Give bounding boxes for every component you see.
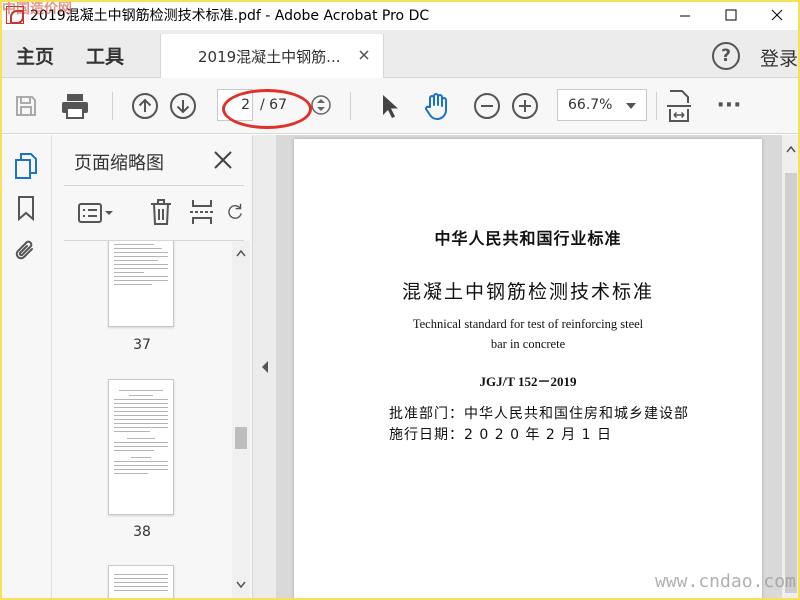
thumbnails-nav-button[interactable] xyxy=(12,151,40,181)
select-arrow-icon xyxy=(383,95,398,118)
zoom-level-value: 66.7% xyxy=(568,97,613,113)
attachment-icon xyxy=(15,240,33,260)
doc-effective-line: 施行日期：2 0 2 0 年 2 月 1 日 xyxy=(389,424,612,444)
thumbnail-list: 37 38 xyxy=(52,241,232,600)
help-icon[interactable]: ? xyxy=(712,42,740,70)
page-options-button[interactable] xyxy=(76,199,116,227)
page-options-icon xyxy=(78,203,113,223)
window-controls xyxy=(662,0,800,30)
thumbnail-panel: 页面缩略图 37 38 xyxy=(52,135,252,600)
save-icon xyxy=(16,96,36,116)
delete-page-button[interactable] xyxy=(148,197,174,227)
scrollbar-thumb[interactable] xyxy=(235,427,247,449)
login-link[interactable]: 登录 xyxy=(760,44,798,71)
close-icon xyxy=(771,9,783,21)
page-up-icon xyxy=(132,93,158,119)
thumbnail-label: 37 xyxy=(133,337,151,353)
page-stepper[interactable] xyxy=(310,93,332,117)
minimize-icon xyxy=(680,15,690,17)
toolbar: 2 / 67 66.7% ··· xyxy=(0,78,800,134)
zoom-level-select[interactable]: 66.7% xyxy=(557,89,647,121)
bookmarks-nav-button[interactable] xyxy=(13,193,39,223)
minimize-button[interactable] xyxy=(662,0,708,30)
bookmark-icon xyxy=(18,196,34,221)
window-title: 2019混凝土中钢筋检测技术标准.pdf - Adobe Acrobat Pro… xyxy=(30,8,430,24)
doc-approver-line: 批准部门：中华人民共和国住房和城乡建设部 xyxy=(389,403,689,423)
panel-divider xyxy=(64,185,244,186)
page-stepper-icon xyxy=(311,95,331,115)
chevron-down-icon xyxy=(626,103,636,109)
zoom-out-button[interactable] xyxy=(472,91,502,121)
toolbar-separator xyxy=(656,92,657,120)
doc-effective-label: 施行日期： xyxy=(389,427,464,443)
home-menu[interactable]: 主页 xyxy=(16,42,54,69)
navigation-rail xyxy=(0,135,52,600)
insert-page-button[interactable] xyxy=(188,197,216,227)
page-down-icon xyxy=(170,93,196,119)
doc-heading-standard-type: 中华人民共和国行业标准 xyxy=(434,229,622,248)
doc-standard-code: JGJ/T 152－2019 xyxy=(479,374,577,389)
document-tab-label: 2019混凝土中钢筋... xyxy=(198,47,341,66)
zoom-out-icon xyxy=(474,93,500,119)
panel-title: 页面缩略图 xyxy=(74,153,164,174)
toolbar-separator xyxy=(112,92,113,120)
rotate-icon xyxy=(228,203,242,219)
fit-page-button[interactable] xyxy=(664,88,694,124)
print-button[interactable] xyxy=(58,90,92,122)
watermark-bottom-right: www.cndao.com xyxy=(655,571,796,592)
thumbnail-page-39[interactable] xyxy=(108,565,174,600)
zoom-in-button[interactable] xyxy=(510,91,540,121)
doc-approver-label: 批准部门： xyxy=(389,406,464,422)
thumbnail-scrollbar[interactable] xyxy=(232,241,250,600)
hand-tool-button[interactable] xyxy=(420,90,454,122)
delete-icon xyxy=(151,199,171,225)
scrollbar-thumb[interactable] xyxy=(785,173,797,593)
insert-page-icon xyxy=(190,200,214,224)
print-icon xyxy=(62,94,88,119)
title-bar: 2019混凝土中钢筋检测技术标准.pdf - Adobe Acrobat Pro… xyxy=(0,0,800,30)
more-tools-button[interactable]: ··· xyxy=(712,92,746,118)
menu-tab-bar: 主页 工具 2019混凝土中钢筋... xyxy=(0,30,800,78)
close-icon[interactable] xyxy=(212,149,234,171)
thumbnails-icon xyxy=(15,153,37,179)
save-button[interactable] xyxy=(12,92,40,120)
previous-page-button[interactable] xyxy=(130,91,160,121)
maximize-icon xyxy=(725,9,737,21)
document-scrollbar[interactable] xyxy=(782,135,800,600)
fit-page-icon xyxy=(667,90,691,122)
doc-approver-value: 中华人民共和国住房和城乡建设部 xyxy=(464,406,689,422)
doc-title: 混凝土中钢筋检测技术标准 xyxy=(401,281,654,303)
attachments-nav-button[interactable] xyxy=(12,235,40,267)
tools-menu[interactable]: 工具 xyxy=(86,42,124,69)
toolbar-separator xyxy=(350,92,351,120)
thumbnail-page-37[interactable] xyxy=(108,241,174,327)
collapse-panel-icon[interactable] xyxy=(261,361,269,373)
hand-tool-icon xyxy=(425,93,447,120)
zoom-in-icon xyxy=(512,93,538,119)
annotation-ellipse xyxy=(222,89,312,129)
thumbnail-label: 38 xyxy=(133,524,151,540)
document-viewer[interactable]: 中华人民共和国行业标准 混凝土中钢筋检测技术标准 Technical stand… xyxy=(276,135,782,600)
doc-effective-value: 2 0 2 0 年 2 月 1 日 xyxy=(464,427,613,443)
scroll-up-icon[interactable] xyxy=(786,145,796,153)
rotate-page-button[interactable] xyxy=(226,197,244,227)
thumbnail-page-38[interactable] xyxy=(108,379,174,515)
panel-splitter[interactable] xyxy=(252,135,276,600)
document-tab[interactable]: 2019混凝土中钢筋... xyxy=(160,34,384,78)
tab-close-icon[interactable] xyxy=(357,48,371,62)
doc-english-title-line1: Technical standard for test of reinforci… xyxy=(412,317,644,331)
maximize-button[interactable] xyxy=(708,0,754,30)
scroll-up-icon[interactable] xyxy=(236,249,246,257)
next-page-button[interactable] xyxy=(168,91,198,121)
watermark-top-left: 中国造价网 xyxy=(2,1,72,17)
select-tool-button[interactable] xyxy=(376,92,402,120)
doc-english-title-line2: bar in concrete xyxy=(490,337,566,351)
scroll-down-icon[interactable] xyxy=(236,581,246,589)
document-page: 中华人民共和国行业标准 混凝土中钢筋检测技术标准 Technical stand… xyxy=(294,139,762,600)
close-window-button[interactable] xyxy=(754,0,800,30)
